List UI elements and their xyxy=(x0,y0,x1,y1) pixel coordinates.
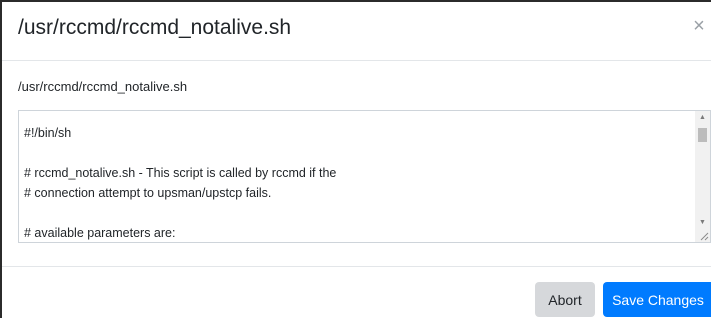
dialog-header: /usr/rccmd/rccmd_notalive.sh × xyxy=(2,2,711,61)
abort-button[interactable]: Abort xyxy=(535,282,595,317)
dialog-body: /usr/rccmd/rccmd_notalive.sh #!/bin/sh #… xyxy=(2,61,711,266)
edit-script-dialog: /usr/rccmd/rccmd_notalive.sh × /usr/rccm… xyxy=(0,0,711,318)
close-button[interactable]: × xyxy=(689,14,709,38)
scrollbar-thumb[interactable] xyxy=(698,128,707,142)
script-editor-textarea[interactable]: #!/bin/sh # rccmd_notalive.sh - This scr… xyxy=(18,110,711,243)
dialog-title: /usr/rccmd/rccmd_notalive.sh xyxy=(18,16,292,39)
file-path-label: /usr/rccmd/rccmd_notalive.sh xyxy=(18,79,188,94)
vertical-scrollbar[interactable]: ▲ ▼ xyxy=(695,111,710,242)
scroll-up-arrow-icon[interactable]: ▲ xyxy=(695,111,710,125)
dialog-footer: Abort Save Changes xyxy=(2,266,711,318)
script-content[interactable]: #!/bin/sh # rccmd_notalive.sh - This scr… xyxy=(24,123,688,242)
scroll-down-arrow-icon[interactable]: ▼ xyxy=(695,216,710,230)
save-changes-button[interactable]: Save Changes xyxy=(603,282,711,317)
resize-grip-icon[interactable] xyxy=(699,231,709,241)
